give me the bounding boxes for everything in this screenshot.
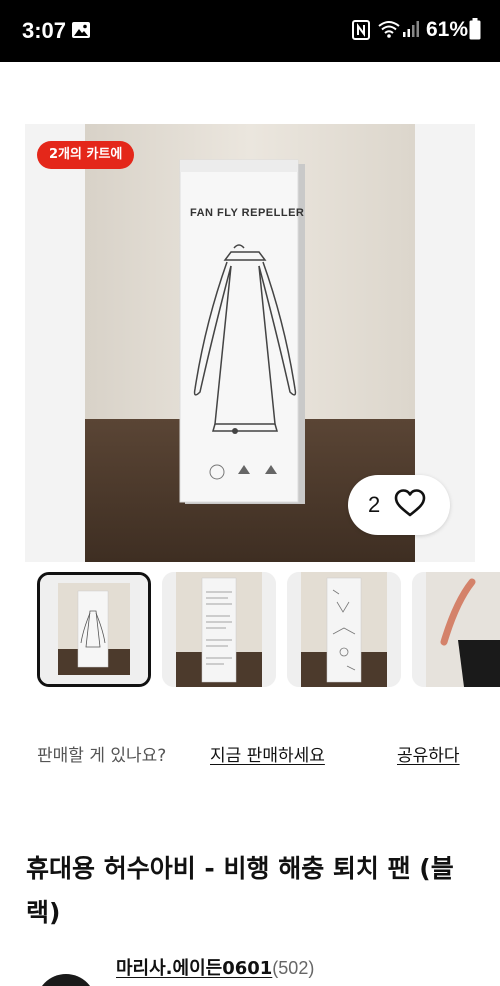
photo-icon <box>72 22 90 42</box>
battery-level: 61% <box>426 18 469 41</box>
seller-name-link[interactable]: 마리사.에이든0601 <box>116 958 272 979</box>
box-label: FAN FLY REPELLER <box>190 207 305 219</box>
thumbnail-4[interactable] <box>412 572 500 687</box>
thumbnail-1[interactable] <box>37 572 151 687</box>
thumbnail-3[interactable] <box>287 572 401 687</box>
status-bar: 3:07 61% <box>0 0 500 62</box>
seller-avatar[interactable] <box>36 974 96 986</box>
seller-info: 마리사.에이든0601(502) <box>116 954 314 980</box>
signal-icon <box>402 20 420 42</box>
like-count: 2 <box>368 492 381 517</box>
share-link[interactable]: 공유하다 <box>397 741 460 766</box>
wifi-icon <box>378 20 400 42</box>
like-button[interactable]: 2 <box>348 475 450 535</box>
sell-row: 판매할 게 있나요? 지금 판매하세요 공유하다 <box>37 741 500 767</box>
heart-icon <box>394 489 426 521</box>
seller-review-count: (502) <box>272 958 315 978</box>
sell-now-link[interactable]: 지금 판매하세요 <box>210 741 325 766</box>
in-carts-badge: 2개의 카트에 <box>37 141 135 169</box>
nfc-icon <box>352 20 370 44</box>
product-title: 휴대용 허수아비 - 비행 해충 퇴치 팬 (블랙) <box>26 854 454 927</box>
thumbnail-2[interactable] <box>162 572 276 687</box>
battery-icon <box>469 18 481 44</box>
sell-prompt: 판매할 게 있나요? <box>37 746 167 766</box>
status-time: 3:07 <box>22 18 67 43</box>
